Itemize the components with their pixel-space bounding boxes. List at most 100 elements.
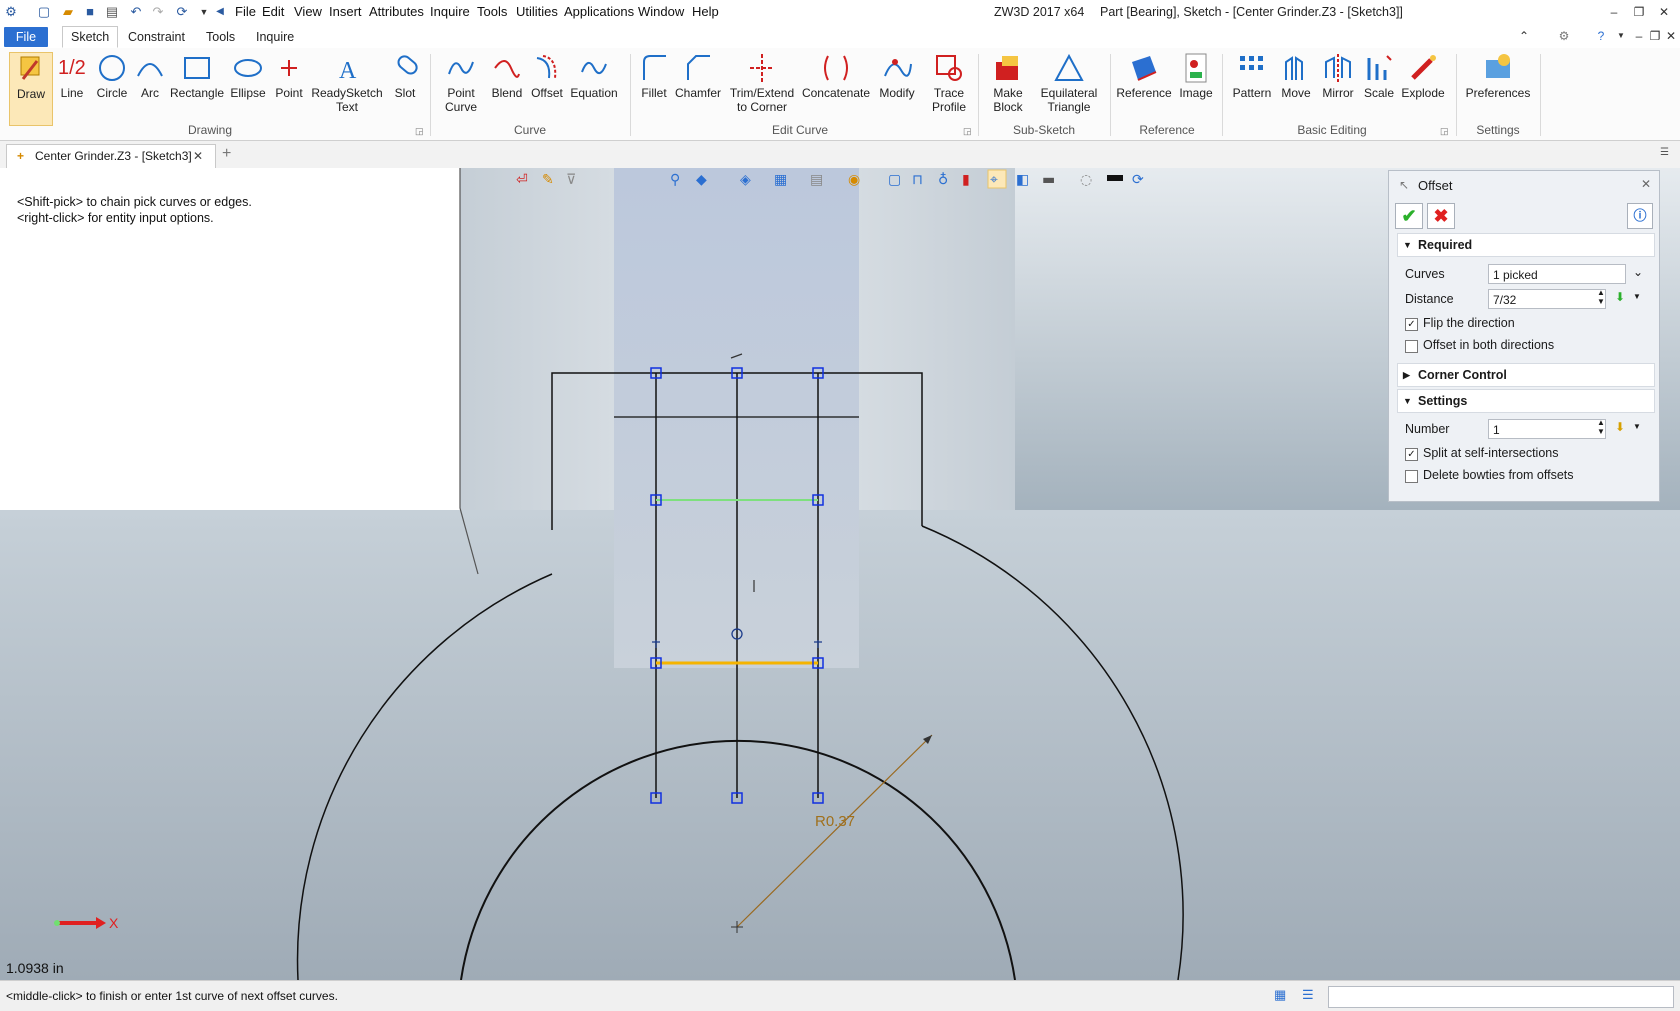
distance-dropdown-icon[interactable]: ▼ bbox=[1633, 292, 1641, 301]
both-directions-checkbox[interactable] bbox=[1405, 340, 1418, 353]
menu-tools[interactable]: Tools bbox=[477, 4, 507, 19]
document-tab[interactable]: + Center Grinder.Z3 - [Sketch3] ✕ bbox=[6, 144, 216, 168]
layout-icon[interactable]: ▦ bbox=[774, 172, 787, 188]
ok-button[interactable]: ✔ bbox=[1395, 203, 1423, 229]
fillet-button[interactable]: Fillet bbox=[637, 52, 671, 124]
menu-edit[interactable]: Edit bbox=[262, 4, 284, 19]
distance-spinner-icon[interactable]: ▲ ▼ bbox=[1597, 288, 1605, 306]
pick-icon[interactable]: ⚲ bbox=[670, 172, 680, 188]
status-view-icon[interactable]: ▦ bbox=[1274, 987, 1286, 1003]
render-icon[interactable]: ◉ bbox=[848, 172, 860, 188]
undo-icon[interactable]: ↶ bbox=[128, 4, 144, 20]
tab-inquire[interactable]: Inquire bbox=[248, 27, 302, 47]
split-self-intersections-checkbox[interactable]: ✓ bbox=[1405, 448, 1418, 461]
distance-field[interactable]: 7/32 bbox=[1488, 289, 1606, 309]
flip-direction-checkbox[interactable]: ✓ bbox=[1405, 318, 1418, 331]
grid-icon[interactable]: ▤ bbox=[810, 172, 823, 188]
distance-variable-icon[interactable]: ⬇ bbox=[1615, 290, 1625, 304]
image-button[interactable]: Image bbox=[1176, 52, 1216, 124]
dotted-circle-icon[interactable]: ◌ bbox=[1080, 172, 1092, 188]
number-variable-icon[interactable]: ⬇ bbox=[1615, 420, 1625, 434]
settings-section-header[interactable]: ▼ Settings bbox=[1397, 389, 1655, 413]
corner-control-section-header[interactable]: ▶ Corner Control bbox=[1397, 363, 1655, 387]
menu-view[interactable]: View bbox=[294, 4, 322, 19]
tab-constraint[interactable]: Constraint bbox=[120, 27, 193, 47]
curves-expand-icon[interactable]: ⌄ bbox=[1633, 265, 1643, 279]
drawing-launcher-icon[interactable]: ◲ bbox=[415, 126, 424, 137]
exit-sketch-icon[interactable]: ⏎ bbox=[516, 172, 528, 188]
menu-inquire[interactable]: Inquire bbox=[430, 4, 470, 19]
number-dropdown-icon[interactable]: ▼ bbox=[1633, 422, 1641, 431]
point-curve-button[interactable]: Point Curve bbox=[437, 52, 485, 124]
preferences-button[interactable]: Preferences bbox=[1464, 52, 1532, 124]
print-icon[interactable]: ▤ bbox=[104, 4, 120, 20]
minimize-icon[interactable]: – bbox=[1605, 3, 1623, 21]
help-dropdown-icon[interactable]: ▼ bbox=[1612, 27, 1630, 45]
restore-icon[interactable]: ❐ bbox=[1630, 3, 1648, 21]
panel-close-icon[interactable]: ✕ bbox=[1641, 177, 1651, 191]
reference-button[interactable]: Reference bbox=[1116, 52, 1172, 124]
view-box-icon[interactable]: ▢ bbox=[888, 172, 901, 188]
circle-button[interactable]: Circle bbox=[93, 52, 131, 124]
explode-button[interactable]: Explode bbox=[1400, 52, 1446, 124]
menu-attributes[interactable]: Attributes bbox=[369, 4, 424, 19]
close-window-icon[interactable]: ✕ bbox=[1655, 3, 1673, 21]
number-spinner-icon[interactable]: ▲ ▼ bbox=[1597, 418, 1605, 436]
menu-file[interactable]: File bbox=[235, 4, 256, 19]
trim-extend-button[interactable]: Trim/Extend to Corner bbox=[726, 52, 798, 124]
make-block-button[interactable]: Make Block bbox=[986, 52, 1030, 124]
menu-window[interactable]: Window bbox=[638, 4, 684, 19]
redo-icon[interactable]: ↷ bbox=[150, 4, 166, 20]
radius-dimension-label[interactable]: R0.37 bbox=[815, 813, 855, 830]
rotate-view-icon[interactable]: ⟳ bbox=[1132, 172, 1144, 188]
shading-icon[interactable]: ◈ bbox=[740, 172, 751, 188]
tab-file[interactable]: File bbox=[4, 27, 48, 47]
status-list-icon[interactable]: ☰ bbox=[1302, 987, 1314, 1003]
info-button[interactable]: ⓘ bbox=[1627, 203, 1653, 229]
refresh-icon[interactable]: ⟳ bbox=[174, 4, 190, 20]
number-field[interactable]: 1 bbox=[1488, 419, 1606, 439]
tab-tools[interactable]: Tools bbox=[198, 27, 243, 47]
inquire-icon[interactable]: ♁ bbox=[938, 172, 948, 188]
tab-list-icon[interactable]: ☰ bbox=[1660, 147, 1669, 158]
scale-button[interactable]: Scale bbox=[1361, 52, 1397, 124]
readysketch-text-button[interactable]: A ReadySketch Text bbox=[311, 52, 383, 124]
close-tab-icon[interactable]: ✕ bbox=[193, 145, 203, 168]
line-button[interactable]: 1/2 Line bbox=[55, 52, 89, 124]
basic-editing-launcher-icon[interactable]: ◲ bbox=[1440, 126, 1449, 137]
new-tab-icon[interactable]: + bbox=[222, 145, 231, 163]
tab-sketch[interactable]: Sketch bbox=[62, 26, 119, 48]
color-icon[interactable]: ▮ bbox=[962, 172, 970, 188]
rectangle-button[interactable]: Rectangle bbox=[170, 52, 224, 124]
chamfer-button[interactable]: Chamfer bbox=[674, 52, 722, 124]
settings-gear-icon[interactable]: ⚙ bbox=[1555, 27, 1573, 45]
line-weight-icon[interactable] bbox=[1107, 175, 1123, 181]
quick-access-dropdown-icon[interactable]: ▼ bbox=[196, 4, 212, 20]
point-button[interactable]: Point bbox=[271, 52, 307, 124]
menu-insert[interactable]: Insert bbox=[329, 4, 362, 19]
equilateral-triangle-button[interactable]: Equilateral Triangle bbox=[1036, 52, 1102, 124]
help-icon[interactable]: ? bbox=[1592, 27, 1610, 45]
menu-utilities[interactable]: Utilities bbox=[516, 4, 558, 19]
required-section-header[interactable]: ▼ Required bbox=[1397, 233, 1655, 257]
cube-view-icon[interactable]: ◆ bbox=[696, 172, 707, 188]
open-folder-icon[interactable]: ▰ bbox=[60, 4, 76, 20]
display-icon[interactable]: ◧ bbox=[1016, 172, 1029, 188]
filter-icon[interactable]: ⊽ bbox=[566, 172, 576, 188]
snap-icon[interactable]: ⌖ bbox=[990, 172, 998, 188]
menu-arrow-icon[interactable]: ◀ bbox=[212, 4, 228, 20]
blend-button[interactable]: Blend bbox=[489, 52, 525, 124]
edit-curve-launcher-icon[interactable]: ◲ bbox=[963, 126, 972, 137]
trace-profile-button[interactable]: Trace Profile bbox=[923, 52, 975, 124]
modify-button[interactable]: Modify bbox=[874, 52, 920, 124]
draw-button[interactable]: Draw bbox=[9, 52, 53, 126]
app-logo-icon[interactable]: ⚙ bbox=[3, 4, 19, 20]
offset-button[interactable]: Offset bbox=[528, 52, 566, 124]
slot-button[interactable]: Slot bbox=[387, 52, 423, 124]
command-input[interactable] bbox=[1328, 986, 1674, 1008]
equation-button[interactable]: Equation bbox=[569, 52, 619, 124]
delete-bowties-checkbox[interactable] bbox=[1405, 470, 1418, 483]
dimension-icon[interactable]: ⊓ bbox=[912, 172, 923, 188]
new-file-icon[interactable]: ▢ bbox=[36, 4, 52, 20]
collapse-ribbon-icon[interactable]: ⌃ bbox=[1515, 27, 1533, 45]
